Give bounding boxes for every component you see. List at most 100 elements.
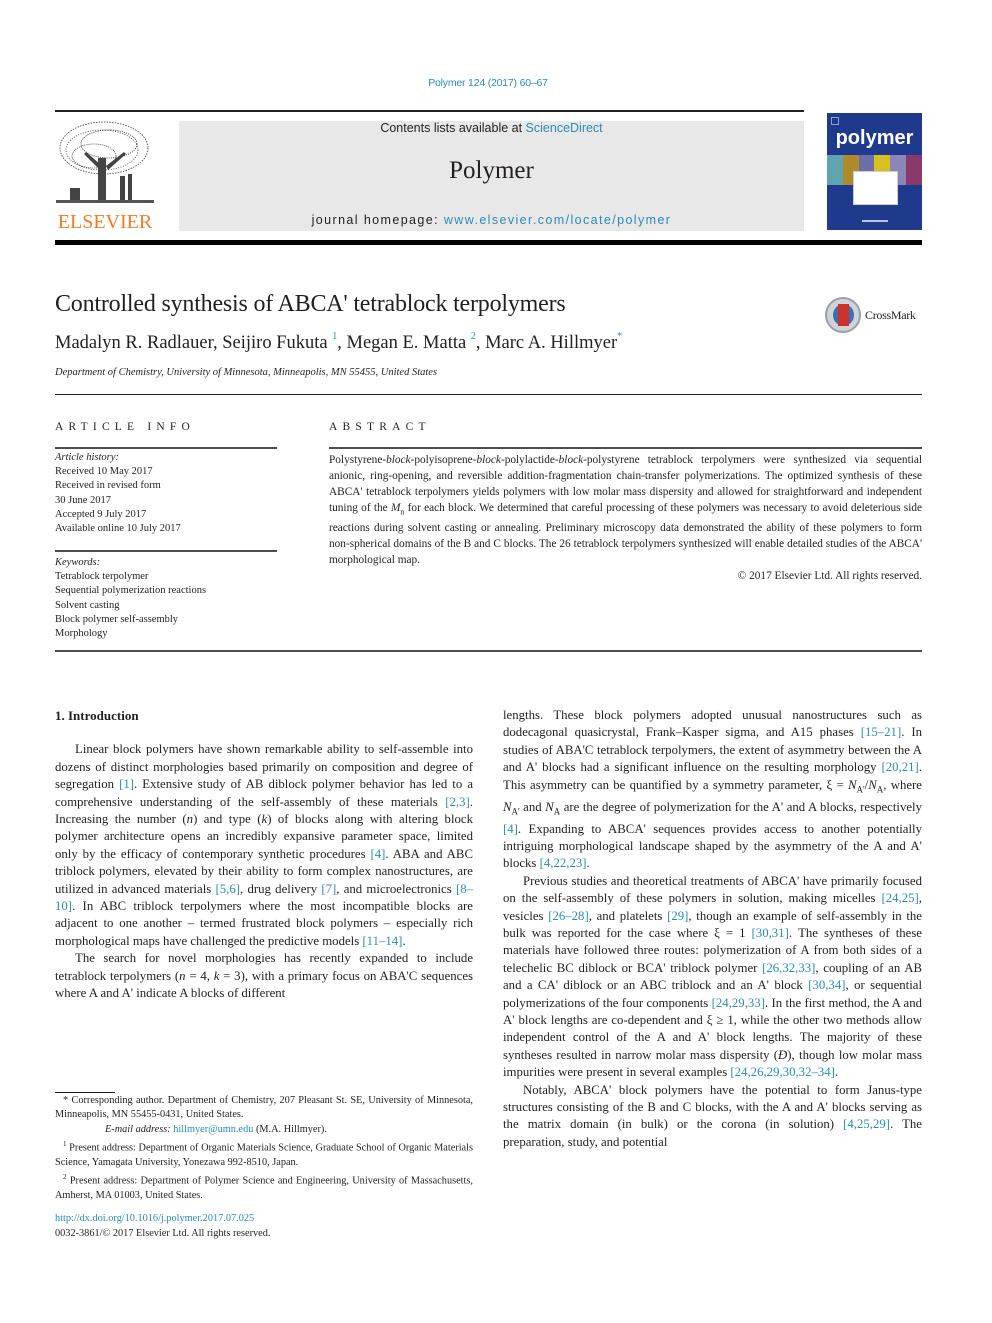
- citation-link[interactable]: [24,25]: [881, 891, 918, 905]
- text-run: , and platelets: [588, 908, 668, 923]
- body-paragraph: Notably, ABCA' block polymers have the p…: [503, 1082, 922, 1152]
- citation-link[interactable]: [15–21]: [861, 725, 902, 739]
- author-footnote-mark[interactable]: 2: [471, 331, 476, 342]
- text-run: , and microelectronics: [336, 881, 456, 896]
- keyword-item: Solvent casting: [55, 599, 120, 611]
- citation-link[interactable]: [4]: [370, 847, 385, 861]
- homepage-prefix: journal homepage:: [311, 213, 444, 227]
- header-top-rule: [55, 110, 804, 112]
- text-run: ) and type (: [193, 812, 262, 827]
- doi-link[interactable]: http://dx.doi.org/10.1016/j.polymer.2017…: [55, 1211, 270, 1226]
- citation-link[interactable]: [26–28]: [548, 909, 589, 923]
- citation-link[interactable]: [29]: [667, 909, 688, 923]
- text-run: . In ABC triblock terpolymers where the …: [55, 899, 473, 948]
- article-history-label: Article history:: [55, 452, 119, 463]
- citation-link[interactable]: [2,3]: [445, 795, 470, 809]
- footnote-corresponding: * Corresponding author. Department of Ch…: [55, 1095, 473, 1121]
- elsevier-wordmark: ELSEVIER: [57, 211, 153, 233]
- citation-link[interactable]: [11–14]: [362, 934, 402, 948]
- keyword-item: Tetrablock terpolymer: [55, 571, 149, 583]
- text-run: , where: [883, 777, 922, 792]
- journal-reference-link[interactable]: Polymer 124 (2017) 60–67: [0, 77, 976, 89]
- author-name[interactable]: Seijiro Fukuta: [222, 333, 327, 353]
- citation-link[interactable]: [30,31]: [752, 926, 789, 940]
- affiliation: Department of Chemistry, University of M…: [55, 367, 438, 378]
- citation-link[interactable]: [20,21]: [881, 760, 918, 774]
- footnotes: * Corresponding author. Department of Ch…: [55, 1094, 473, 1204]
- email-link[interactable]: hillmyer@umn.edu: [173, 1124, 253, 1135]
- text-run: are the degree of polymerization for the…: [560, 799, 922, 814]
- body-paragraph: lengths. These block polymers adopted un…: [503, 707, 922, 873]
- footnote-2: 2 Present address: Department of Polymer…: [55, 1170, 473, 1203]
- keyword-item: Sequential polymerization reactions: [55, 585, 207, 597]
- article-history: Article history: Received 10 May 2017 Re…: [55, 451, 181, 536]
- text-run: , drug delivery: [240, 881, 322, 896]
- keyword-item: Morphology: [55, 628, 108, 640]
- front-matter-bottom-rule: [55, 650, 922, 652]
- text-run: for each block. We determined that caref…: [329, 502, 922, 567]
- author-name[interactable]: Madalyn R. Radlauer: [55, 333, 213, 353]
- contents-availability: Contents lists available at ScienceDirec…: [179, 121, 804, 135]
- citation-link[interactable]: [24,29,33]: [712, 996, 765, 1010]
- keywords-rule: [55, 550, 277, 552]
- citation-link[interactable]: [4,22,23]: [540, 856, 587, 870]
- text-run: lengths. These block polymers adopted un…: [503, 708, 922, 740]
- doi-block: http://dx.doi.org/10.1016/j.polymer.2017…: [55, 1211, 270, 1241]
- italic-text: block: [386, 454, 411, 466]
- text-run: and: [519, 799, 546, 814]
- author-list: Madalyn R. Radlauer, Seijiro Fukuta 1, M…: [55, 331, 623, 354]
- author-name[interactable]: Marc A. Hillmyer: [485, 333, 617, 353]
- body-paragraph: The search for novel morphologies has re…: [55, 950, 473, 1002]
- article-info-rule: [55, 447, 277, 449]
- keywords: Keywords: Tetrablock terpolymer Sequenti…: [55, 556, 206, 641]
- journal-cover-thumbnail[interactable]: polymer: [827, 113, 922, 230]
- text-run: Polystyrene-: [329, 454, 387, 466]
- text-run: Previous studies and theoretical treatme…: [503, 873, 922, 906]
- italic-text: N: [848, 777, 857, 792]
- masthead: Contents lists available at ScienceDirec…: [179, 121, 804, 231]
- crossmark-ribbon: [838, 304, 849, 326]
- abstract-rule: [329, 447, 922, 449]
- footnote-email: E-mail address: hillmyer@umn.edu (M.A. H…: [55, 1123, 473, 1137]
- keyword-item: Block polymer self-assembly: [55, 613, 179, 625]
- email-label: E-mail address:: [105, 1123, 174, 1135]
- article-info-heading: ARTICLE INFO: [55, 421, 195, 433]
- author-name[interactable]: Megan E. Matta: [347, 333, 467, 353]
- citation-link[interactable]: [5,6]: [216, 882, 241, 896]
- issn-copyright: 0032-3861/© 2017 Elsevier Ltd. All right…: [55, 1228, 271, 1239]
- citation-link[interactable]: [4]: [503, 822, 518, 836]
- italic-text: block: [558, 454, 584, 466]
- citation-link[interactable]: [1]: [119, 777, 134, 791]
- header-thick-rule: [55, 240, 922, 245]
- citation-link[interactable]: [30,34]: [808, 978, 845, 992]
- italic-text: N: [503, 799, 512, 814]
- history-item: Received 10 May 2017: [55, 466, 153, 478]
- author-footnote-mark[interactable]: 1: [332, 331, 337, 342]
- history-item: 30 June 2017: [55, 494, 111, 506]
- italic-text: Đ: [778, 1047, 788, 1062]
- citation-link[interactable]: [24,26,29,30,32–34]: [730, 1065, 835, 1079]
- citation-link[interactable]: [7]: [321, 882, 336, 896]
- cover-graph-image: [853, 171, 898, 205]
- body-column-left: 1. Introduction Linear block polymers ha…: [55, 707, 473, 1003]
- corresponding-author-mark[interactable]: *: [617, 331, 622, 342]
- italic-text: N: [868, 777, 877, 792]
- email-suffix: (M.A. Hillmyer).: [253, 1123, 327, 1135]
- history-item: Available online 10 July 2017: [55, 523, 181, 535]
- journal-name: Polymer: [449, 157, 534, 184]
- italic-text: block: [476, 454, 501, 466]
- cover-emblem-icon: [831, 117, 839, 125]
- body-paragraph: Linear block polymers have shown remarka…: [55, 741, 473, 950]
- footnote-1: 1 Present address: Department of Organic…: [55, 1137, 473, 1170]
- body-paragraph: Previous studies and theoretical treatme…: [503, 873, 922, 1082]
- italic-text: N: [545, 799, 554, 814]
- history-item: Received in revised form: [55, 480, 161, 492]
- citation-link[interactable]: [4,25,29]: [843, 1117, 890, 1131]
- text-run: .: [586, 856, 590, 871]
- citation-link[interactable]: [26,32,33]: [762, 961, 815, 975]
- elsevier-logo[interactable]: ELSEVIER: [54, 118, 156, 234]
- homepage-link[interactable]: www.elsevier.com/locate/polymer: [444, 213, 672, 227]
- crossmark-button[interactable]: CrossMark: [825, 297, 925, 335]
- sciencedirect-link[interactable]: ScienceDirect: [526, 121, 603, 135]
- text-run: .: [834, 1065, 839, 1080]
